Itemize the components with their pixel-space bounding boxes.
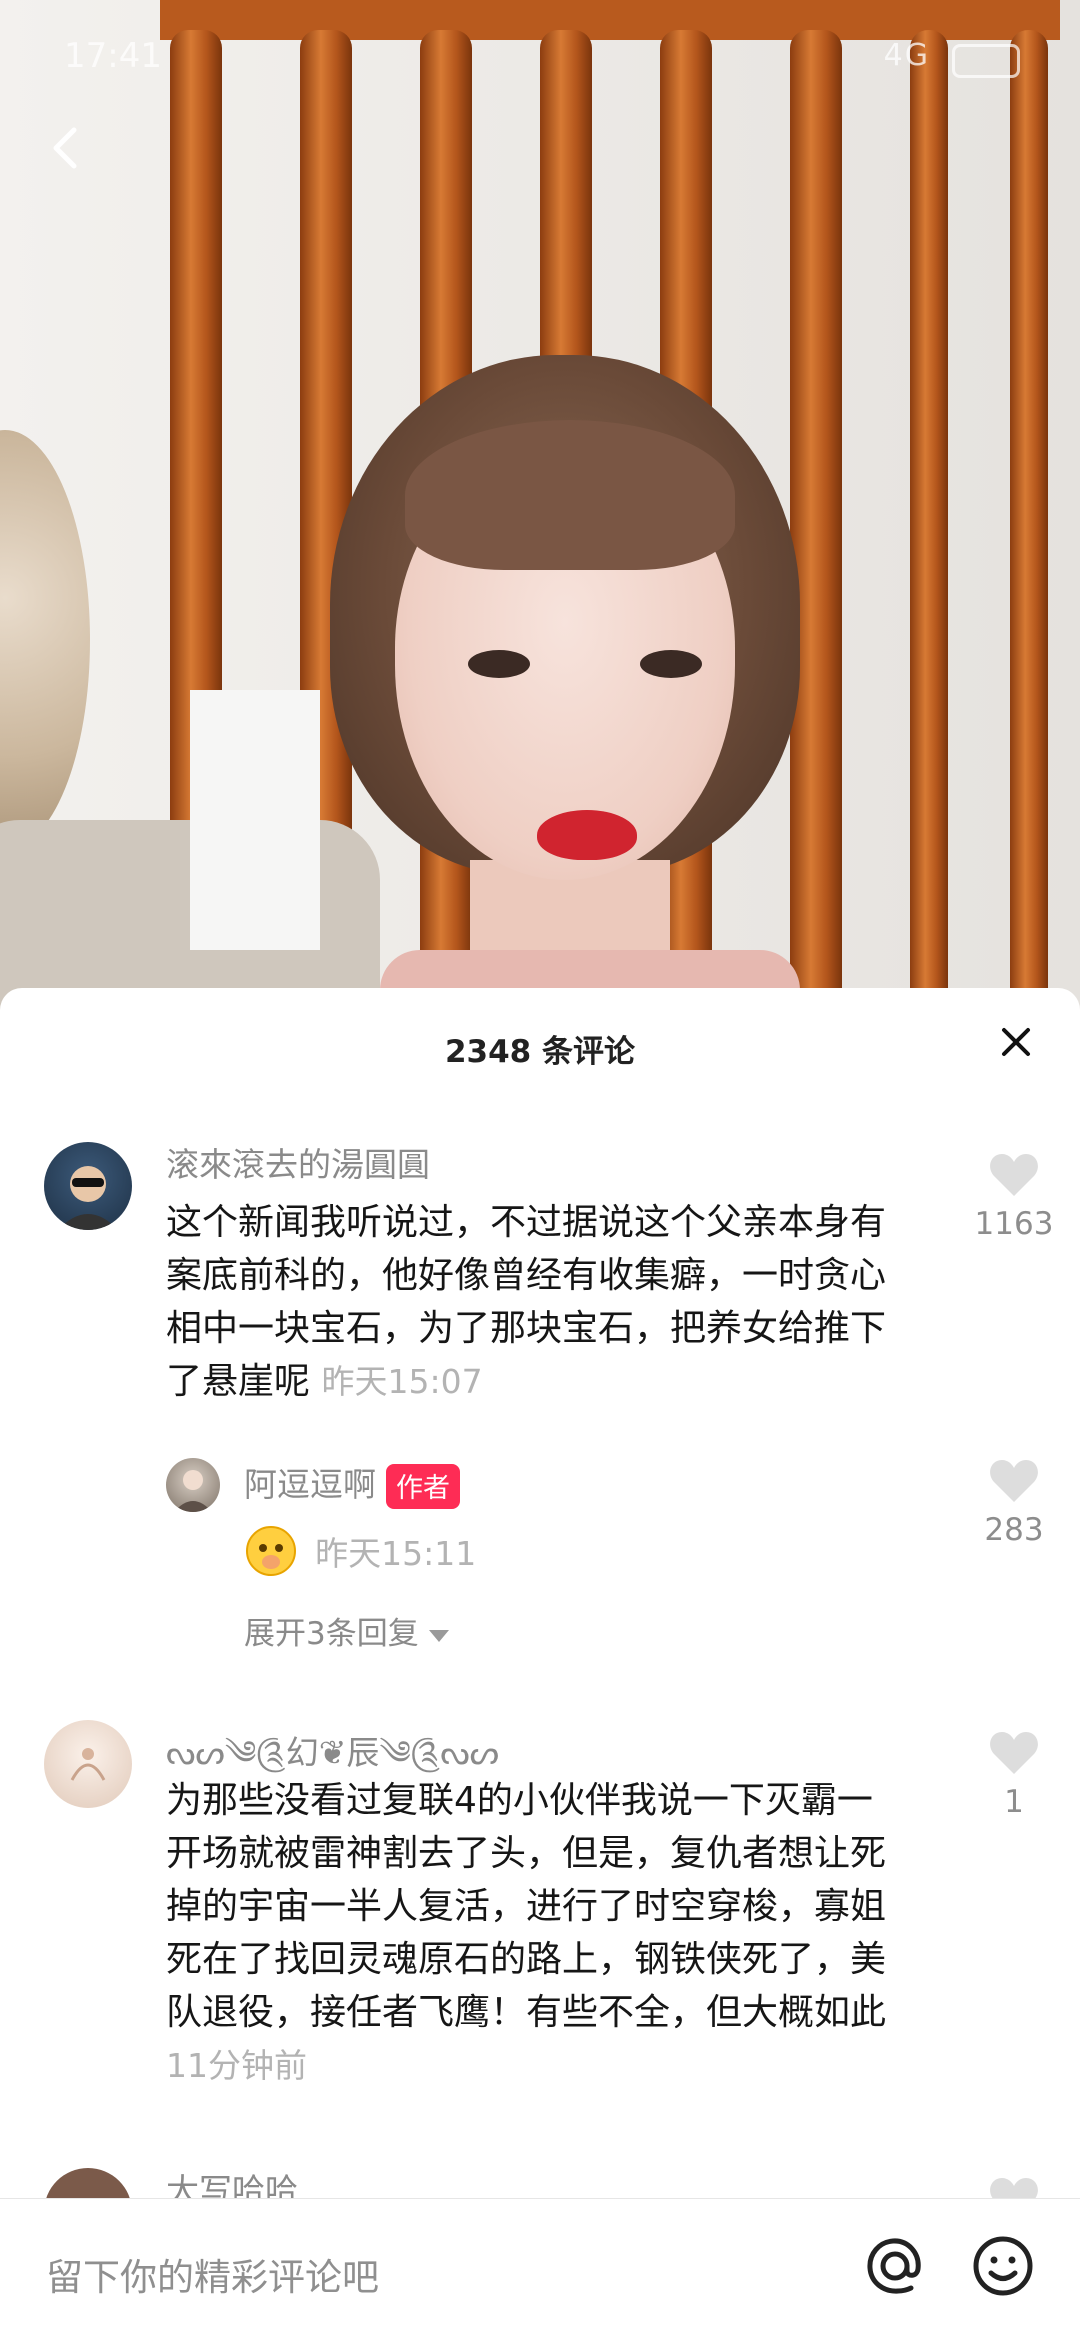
comment-count-title: 2348 条评论 <box>444 1034 636 1070</box>
white-panel <box>190 690 320 950</box>
close-icon <box>1002 1028 1030 1056</box>
expand-replies-button[interactable]: 展开3条回复 <box>244 1608 449 1653</box>
close-button[interactable] <box>996 1022 1036 1062</box>
comment-text: 这个新闻我听说过，不过据说这个父亲本身有案底前科的，他好像曾经有收集癖，一时贪心… <box>166 1196 886 1408</box>
user-avatar-icon <box>58 1166 118 1230</box>
comment-body: 为那些没看过复联4的小伙伴我说一下灭霸一开场就被雷神割去了头，但是，复仇者想让死… <box>166 1780 887 2033</box>
battery-icon <box>952 44 1020 78</box>
user-avatar-icon <box>174 1470 212 1512</box>
avatar[interactable] <box>44 1142 132 1230</box>
like-button[interactable]: 283 <box>964 1458 1064 1548</box>
mention-button[interactable] <box>862 2233 928 2299</box>
stair-baluster <box>790 30 842 1010</box>
comment-time: 11分钟前 <box>166 2046 307 2085</box>
person-lips <box>537 810 637 860</box>
emoji-button[interactable] <box>972 2235 1034 2297</box>
like-button[interactable]: 1163 <box>964 1152 1064 1242</box>
heart-icon <box>990 1732 1038 1774</box>
comment-username: 阿逗逗啊 作者 <box>244 1458 460 1509</box>
comment-input-bar: 留下你的精彩评论吧 <box>0 2198 1080 2341</box>
avatar[interactable] <box>166 1458 220 1512</box>
stair-baluster <box>1010 30 1048 1010</box>
chevron-left-icon <box>53 127 77 169</box>
comment-sheet: 2348 条评论 滚來滾去的湯圓圓 这个新闻我听说过，不过据说这个父亲本身有案底… <box>0 988 1080 2340</box>
heart-icon <box>990 1154 1038 1196</box>
triangle-down-icon <box>428 1629 449 1642</box>
comment-time: 昨天15:07 <box>321 1362 483 1401</box>
network-indicator: 4G <box>883 38 930 73</box>
emoji-sticker-icon <box>246 1526 296 1576</box>
at-sign-icon <box>867 2238 921 2294</box>
reply-content: 昨天15:11 <box>244 1524 476 1580</box>
avatar[interactable] <box>44 1720 132 1808</box>
like-count: 1 <box>1004 1784 1024 1820</box>
like-button[interactable]: 1 <box>964 1730 1064 1820</box>
person-eye <box>468 650 530 678</box>
comment-input[interactable]: 留下你的精彩评论吧 <box>46 2247 379 2301</box>
person-fringe <box>405 420 735 570</box>
expand-replies-label: 展开3条回复 <box>244 1616 419 1652</box>
like-count: 283 <box>984 1512 1044 1548</box>
person-eye <box>640 650 702 678</box>
back-button[interactable] <box>40 112 100 182</box>
reply-username[interactable]: 阿逗逗啊 <box>244 1465 376 1504</box>
user-avatar-icon <box>70 1748 106 1781</box>
comment-text: 为那些没看过复联4的小伙伴我说一下灭霸一开场就被雷神割去了头，但是，复仇者想让死… <box>166 1774 906 2092</box>
comment-time: 昨天15:11 <box>315 1534 477 1573</box>
video-player[interactable] <box>0 0 1080 1010</box>
stair-baluster <box>910 30 948 1010</box>
like-count: 1163 <box>974 1206 1054 1242</box>
comment-body: 这个新闻我听说过，不过据说这个父亲本身有案底前科的，他好像曾经有收集癖，一时贪心… <box>166 1202 887 1402</box>
comment-username[interactable]: 滚來滾去的湯圓圓 <box>166 1138 430 1186</box>
status-time: 17:41 <box>64 36 162 76</box>
status-bar: 17:41 4G <box>0 0 1080 110</box>
author-badge: 作者 <box>386 1464 460 1509</box>
heart-icon <box>990 1460 1038 1502</box>
smiley-icon <box>973 2236 1033 2296</box>
